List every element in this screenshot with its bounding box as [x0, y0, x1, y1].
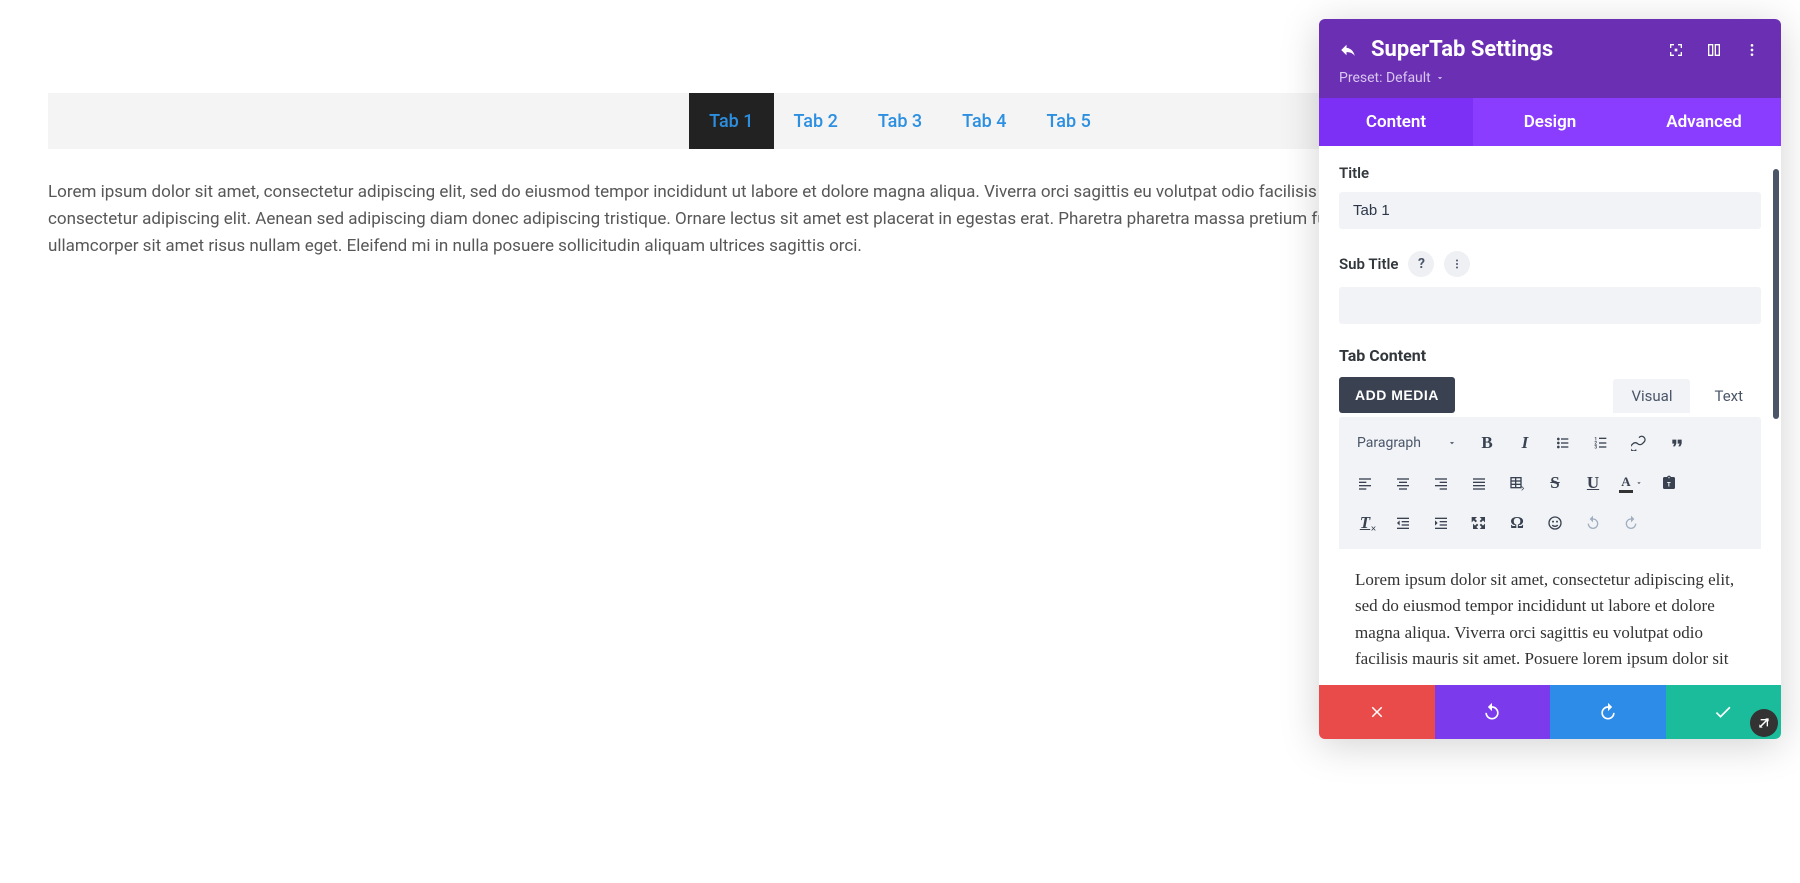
footer-redo-button[interactable] — [1550, 685, 1666, 739]
chevron-down-icon — [1447, 438, 1457, 448]
snap-icon[interactable] — [1667, 41, 1685, 59]
strikethrough-button[interactable]: S — [1537, 467, 1573, 499]
italic-button[interactable]: I — [1507, 427, 1543, 459]
preset-selector[interactable]: Preset: Default — [1339, 70, 1761, 86]
options-icon[interactable] — [1444, 251, 1470, 277]
undo-button[interactable] — [1575, 507, 1611, 539]
link-button[interactable] — [1621, 427, 1657, 459]
table-button[interactable] — [1499, 467, 1535, 499]
redo-button[interactable] — [1613, 507, 1649, 539]
bullet-list-button[interactable] — [1545, 427, 1581, 459]
footer-undo-button[interactable] — [1435, 685, 1551, 739]
align-center-button[interactable] — [1385, 467, 1421, 499]
panel-header: SuperTab Settings Preset: Default — [1319, 19, 1781, 98]
subtitle-field-group: Sub Title ? — [1339, 251, 1761, 324]
redo-icon — [1598, 702, 1618, 722]
outdent-button[interactable] — [1385, 507, 1421, 539]
paste-text-button[interactable]: T — [1651, 467, 1687, 499]
special-char-button[interactable]: Ω — [1499, 507, 1535, 539]
check-icon — [1713, 702, 1733, 722]
panel-title: SuperTab Settings — [1371, 37, 1553, 62]
svg-text:3: 3 — [1594, 444, 1597, 450]
back-icon[interactable] — [1339, 41, 1357, 59]
align-justify-button[interactable] — [1461, 467, 1497, 499]
align-right-button[interactable] — [1423, 467, 1459, 499]
indent-button[interactable] — [1423, 507, 1459, 539]
panel-body: Title Sub Title ? Tab Content ADD MEDIA … — [1319, 146, 1781, 685]
add-media-button[interactable]: ADD MEDIA — [1339, 377, 1455, 413]
clear-format-button[interactable]: T× — [1347, 507, 1383, 539]
tab-5[interactable]: Tab 5 — [1026, 93, 1110, 149]
title-field-group: Title — [1339, 164, 1761, 229]
preset-label: Preset: Default — [1339, 70, 1431, 86]
columns-icon[interactable] — [1705, 41, 1723, 59]
settings-panel: SuperTab Settings Preset: Default Conten… — [1319, 19, 1781, 739]
scrollbar[interactable] — [1773, 169, 1779, 419]
help-icon[interactable]: ? — [1408, 251, 1434, 277]
format-select[interactable]: Paragraph — [1347, 429, 1467, 457]
bold-button[interactable]: B — [1469, 427, 1505, 459]
fullscreen-button[interactable] — [1461, 507, 1497, 539]
svg-text:T: T — [1667, 481, 1671, 488]
tab-1[interactable]: Tab 1 — [689, 93, 773, 149]
chevron-down-icon — [1435, 73, 1445, 83]
align-left-button[interactable] — [1347, 467, 1383, 499]
editor-toolbar: Paragraph B I 123 — [1339, 417, 1761, 549]
underline-button[interactable]: U — [1575, 467, 1611, 499]
editor-content[interactable]: Lorem ipsum dolor sit amet, consectetur … — [1339, 549, 1761, 685]
cancel-button[interactable] — [1319, 685, 1435, 739]
blockquote-button[interactable] — [1659, 427, 1695, 459]
panel-footer — [1319, 685, 1781, 739]
editor-mode-visual[interactable]: Visual — [1613, 379, 1690, 413]
numbered-list-button[interactable]: 123 — [1583, 427, 1619, 459]
close-icon — [1368, 703, 1386, 721]
tab-4[interactable]: Tab 4 — [942, 93, 1026, 149]
title-label: Title — [1339, 164, 1761, 182]
text-color-button[interactable]: A — [1613, 467, 1649, 499]
subtitle-input[interactable] — [1339, 287, 1761, 324]
panel-tab-advanced[interactable]: Advanced — [1627, 98, 1781, 146]
panel-tab-content[interactable]: Content — [1319, 98, 1473, 146]
tab-3[interactable]: Tab 3 — [858, 93, 942, 149]
editor-mode-text[interactable]: Text — [1696, 379, 1761, 413]
resize-icon — [1756, 715, 1772, 731]
subtitle-label: Sub Title — [1339, 255, 1398, 273]
emoji-button[interactable] — [1537, 507, 1573, 539]
more-icon[interactable] — [1743, 41, 1761, 59]
panel-tab-design[interactable]: Design — [1473, 98, 1627, 146]
undo-icon — [1482, 702, 1502, 722]
title-input[interactable] — [1339, 192, 1761, 229]
tab-2[interactable]: Tab 2 — [774, 93, 858, 149]
panel-tabs: Content Design Advanced — [1319, 98, 1781, 146]
tab-content-heading: Tab Content — [1339, 346, 1761, 365]
resize-handle[interactable] — [1750, 709, 1778, 737]
